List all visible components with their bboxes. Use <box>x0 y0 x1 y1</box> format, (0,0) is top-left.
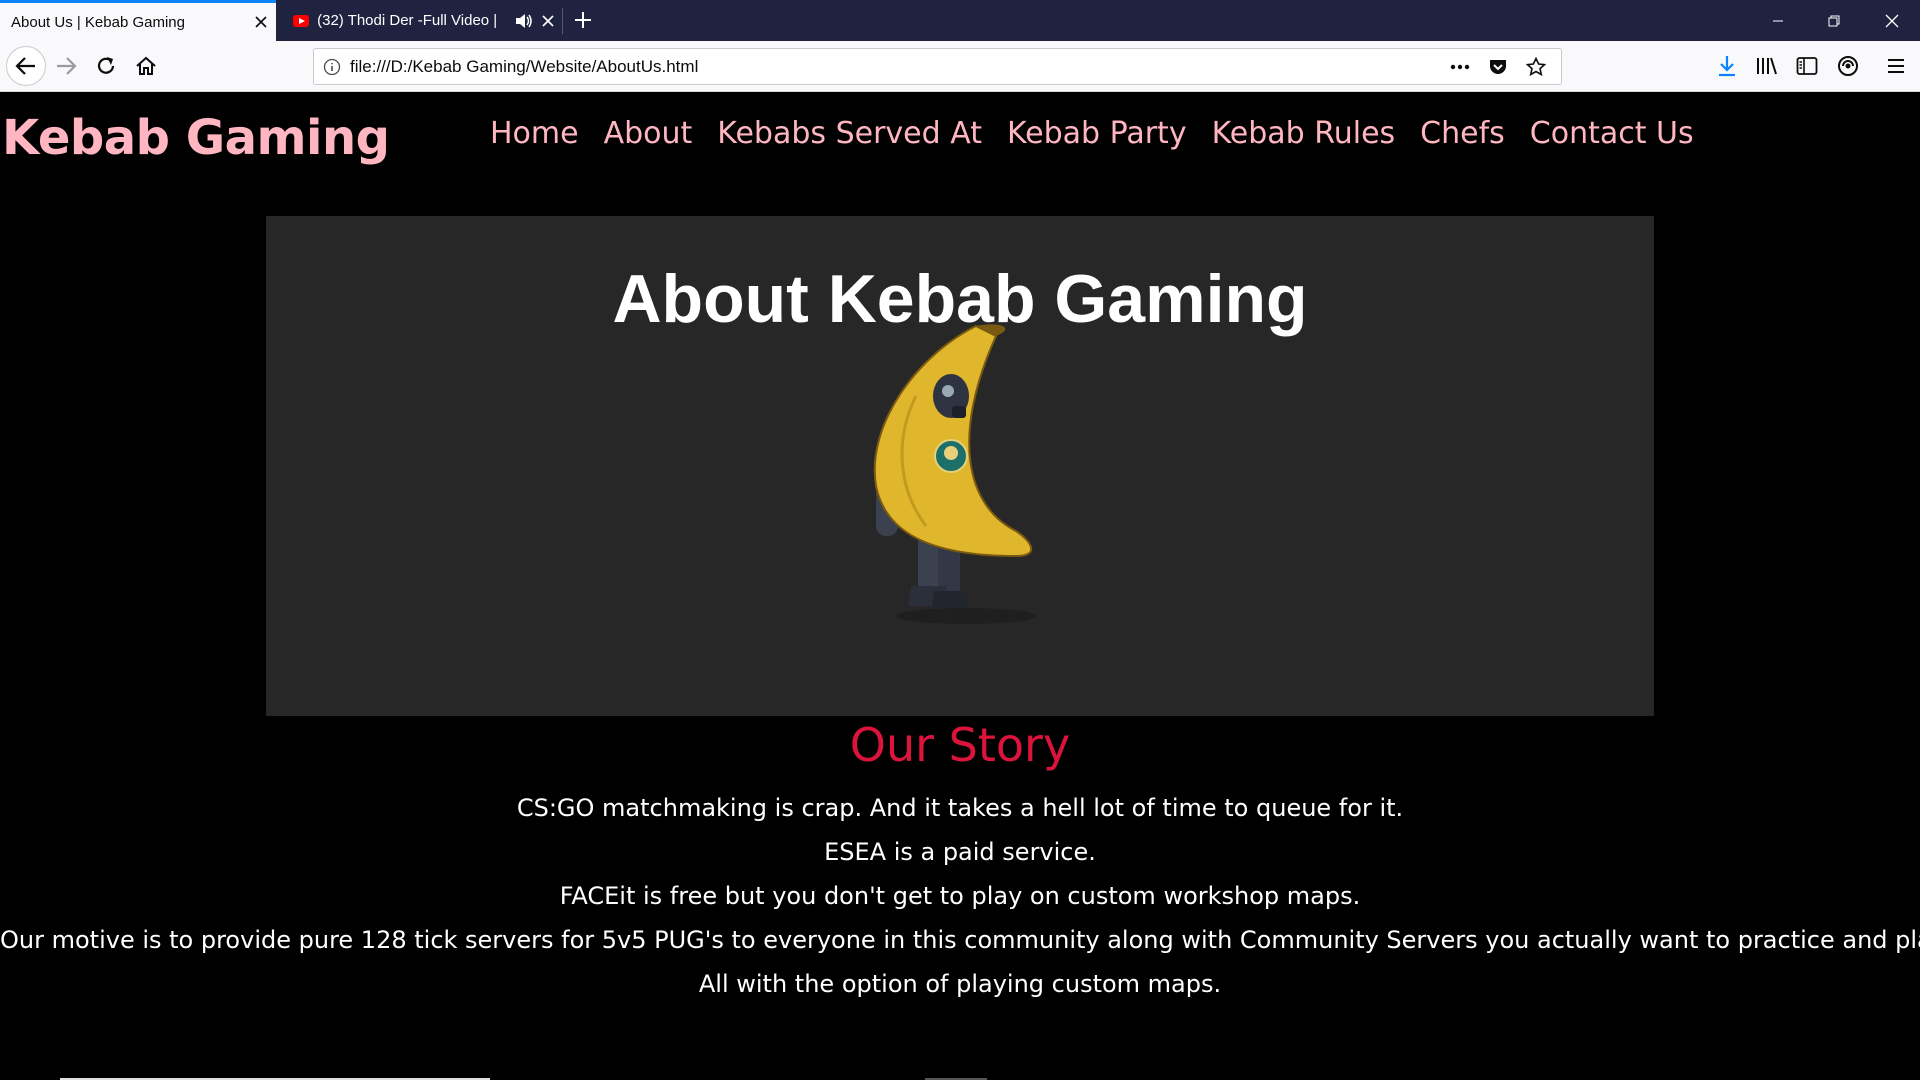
site-logo[interactable]: Kebab Gaming <box>2 110 390 166</box>
restore-icon[interactable] <box>1806 0 1862 41</box>
tab-title: About Us | Kebab Gaming <box>11 13 185 31</box>
home-icon[interactable] <box>128 48 164 84</box>
tab-title: (32) Thodi Der -Full Video | <box>317 12 498 29</box>
reload-icon[interactable] <box>88 48 124 84</box>
window-close-icon[interactable] <box>1864 0 1920 41</box>
youtube-icon <box>293 14 310 27</box>
menu-hamburger-icon[interactable] <box>1878 48 1914 84</box>
speaker-icon[interactable] <box>515 11 534 31</box>
close-icon[interactable] <box>534 6 562 36</box>
url-bar[interactable]: file:///D:/Kebab Gaming/Website/AboutUs.… <box>313 48 1562 85</box>
hero-title: About Kebab Gaming <box>612 261 1308 337</box>
story-line: All with the option of playing custom ma… <box>698 970 1222 998</box>
story-title: Our Story <box>849 718 1071 772</box>
info-icon[interactable] <box>314 58 350 76</box>
nav-link-kebabs-served-at[interactable]: Kebabs Served At <box>717 116 982 151</box>
url-text[interactable]: file:///D:/Kebab Gaming/Website/AboutUs.… <box>350 57 1443 77</box>
close-icon[interactable] <box>246 7 276 37</box>
story-line: Our motive is to provide pure 128 tick s… <box>0 926 1920 954</box>
site-nav: Home About Kebabs Served At Kebab Party … <box>490 116 1694 151</box>
pocket-icon[interactable] <box>1481 52 1515 82</box>
hero-banner: About Kebab Gaming <box>266 216 1654 716</box>
nav-link-kebab-party[interactable]: Kebab Party <box>1007 116 1187 151</box>
web-page: Kebab Gaming Home About Kebabs Served At… <box>0 92 1920 1080</box>
nav-link-kebab-rules[interactable]: Kebab Rules <box>1212 116 1396 151</box>
tab-separator <box>562 8 563 34</box>
story-text: CS:GO matchmaking is crap. And it takes … <box>0 786 1920 1006</box>
tab-about-us[interactable]: About Us | Kebab Gaming <box>0 0 276 41</box>
new-tab-plus-icon[interactable] <box>568 5 598 35</box>
browser-toolbar: file:///D:/Kebab Gaming/Website/AboutUs.… <box>0 41 1920 92</box>
banana-mascot-image <box>873 324 1036 624</box>
nav-link-chefs[interactable]: Chefs <box>1420 116 1505 151</box>
story-line: FACEit is free but you don't get to play… <box>559 882 1361 910</box>
more-actions-icon[interactable] <box>1443 52 1477 82</box>
story-line: CS:GO matchmaking is crap. And it takes … <box>516 794 1404 822</box>
browser-tabbar: About Us | Kebab Gaming (32) Thodi Der -… <box>0 0 1920 41</box>
back-arrow-icon[interactable] <box>6 46 46 86</box>
story-line: ESEA is a paid service. <box>824 838 1096 866</box>
minimize-icon[interactable] <box>1750 0 1806 41</box>
bookmark-star-icon[interactable] <box>1519 52 1553 82</box>
download-icon[interactable] <box>1709 48 1745 84</box>
nav-link-about[interactable]: About <box>604 116 693 151</box>
nav-link-home[interactable]: Home <box>490 116 579 151</box>
sync-account-icon[interactable] <box>1830 48 1866 84</box>
sidebar-icon[interactable] <box>1789 48 1825 84</box>
tab-youtube[interactable]: (32) Thodi Der -Full Video | <box>278 0 562 41</box>
nav-link-contact-us[interactable]: Contact Us <box>1530 116 1694 151</box>
forward-arrow-icon[interactable] <box>48 48 84 84</box>
library-icon[interactable] <box>1749 48 1785 84</box>
